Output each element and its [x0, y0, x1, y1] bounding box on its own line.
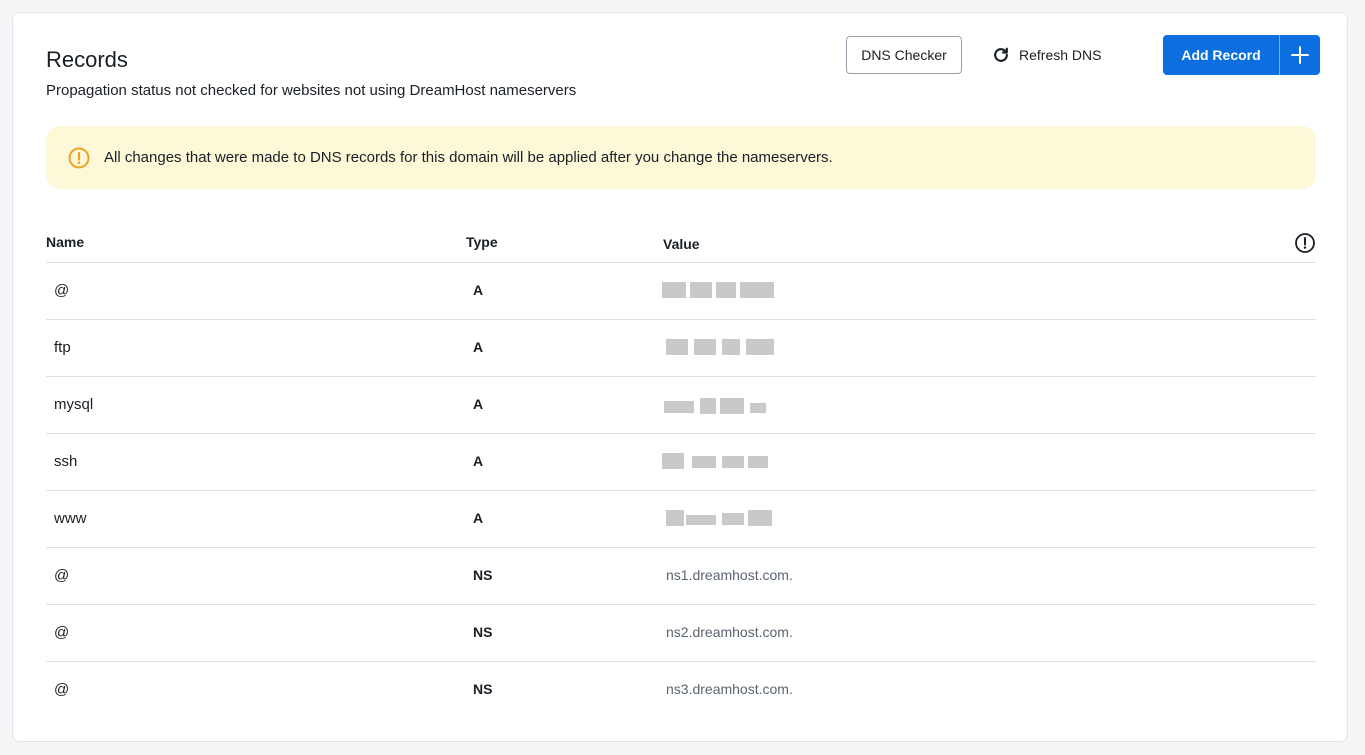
record-name: ftp [54, 339, 71, 356]
record-name: @ [54, 282, 70, 299]
propagation-subtitle: Propagation status not checked for websi… [46, 82, 577, 99]
record-name: mysql [54, 396, 94, 413]
record-type: A [473, 282, 484, 298]
table-row[interactable]: @ NS ns2.dreamhost.com. [46, 605, 1316, 662]
nameserver-alert: All changes that were made to DNS record… [46, 126, 1316, 189]
table-row[interactable]: @ NS ns3.dreamhost.com. [46, 662, 1316, 719]
table-row[interactable]: ftp A [46, 320, 1316, 377]
table-row[interactable]: @ NS ns1.dreamhost.com. [46, 548, 1316, 605]
add-record-label: Add Record [1163, 35, 1280, 75]
column-header-value: Value [663, 236, 700, 252]
table-row[interactable]: www A [46, 491, 1316, 548]
record-type: A [473, 510, 484, 526]
column-header-name: Name [46, 234, 85, 250]
dns-records-table: Name Type Value @ A ftp A mysql A ssh A … [46, 223, 1316, 719]
alert-text: All changes that were made to DNS record… [104, 149, 833, 166]
record-type: NS [473, 681, 493, 697]
record-type: A [473, 396, 484, 412]
dns-checker-button[interactable]: DNS Checker [846, 36, 962, 74]
record-value: ns2.dreamhost.com. [666, 624, 793, 640]
record-name: @ [54, 567, 70, 584]
record-type: NS [473, 567, 493, 583]
page-title: Records [46, 47, 128, 72]
record-type: A [473, 339, 484, 355]
record-value: ns1.dreamhost.com. [666, 567, 793, 583]
warning-icon [68, 147, 90, 168]
refresh-dns-label: Refresh DNS [1019, 47, 1102, 63]
record-name: ssh [54, 453, 78, 470]
table-row[interactable]: ssh A [46, 434, 1316, 491]
refresh-icon [994, 47, 1008, 62]
record-name: www [54, 510, 87, 527]
record-name: @ [54, 681, 70, 698]
table-row[interactable]: mysql A [46, 377, 1316, 434]
table-header: Name Type Value [46, 223, 1316, 263]
plus-icon [1280, 35, 1320, 75]
add-record-button[interactable]: Add Record [1163, 35, 1320, 75]
record-value: ns3.dreamhost.com. [666, 681, 793, 697]
refresh-dns-button[interactable]: Refresh DNS [989, 36, 1119, 74]
record-type: NS [473, 624, 493, 640]
record-type: A [473, 453, 484, 469]
table-row[interactable]: @ A [46, 263, 1316, 320]
info-icon[interactable] [1294, 232, 1316, 254]
column-header-type: Type [466, 234, 498, 250]
dns-records-card: Records Propagation status not checked f… [12, 12, 1348, 742]
record-name: @ [54, 624, 70, 641]
